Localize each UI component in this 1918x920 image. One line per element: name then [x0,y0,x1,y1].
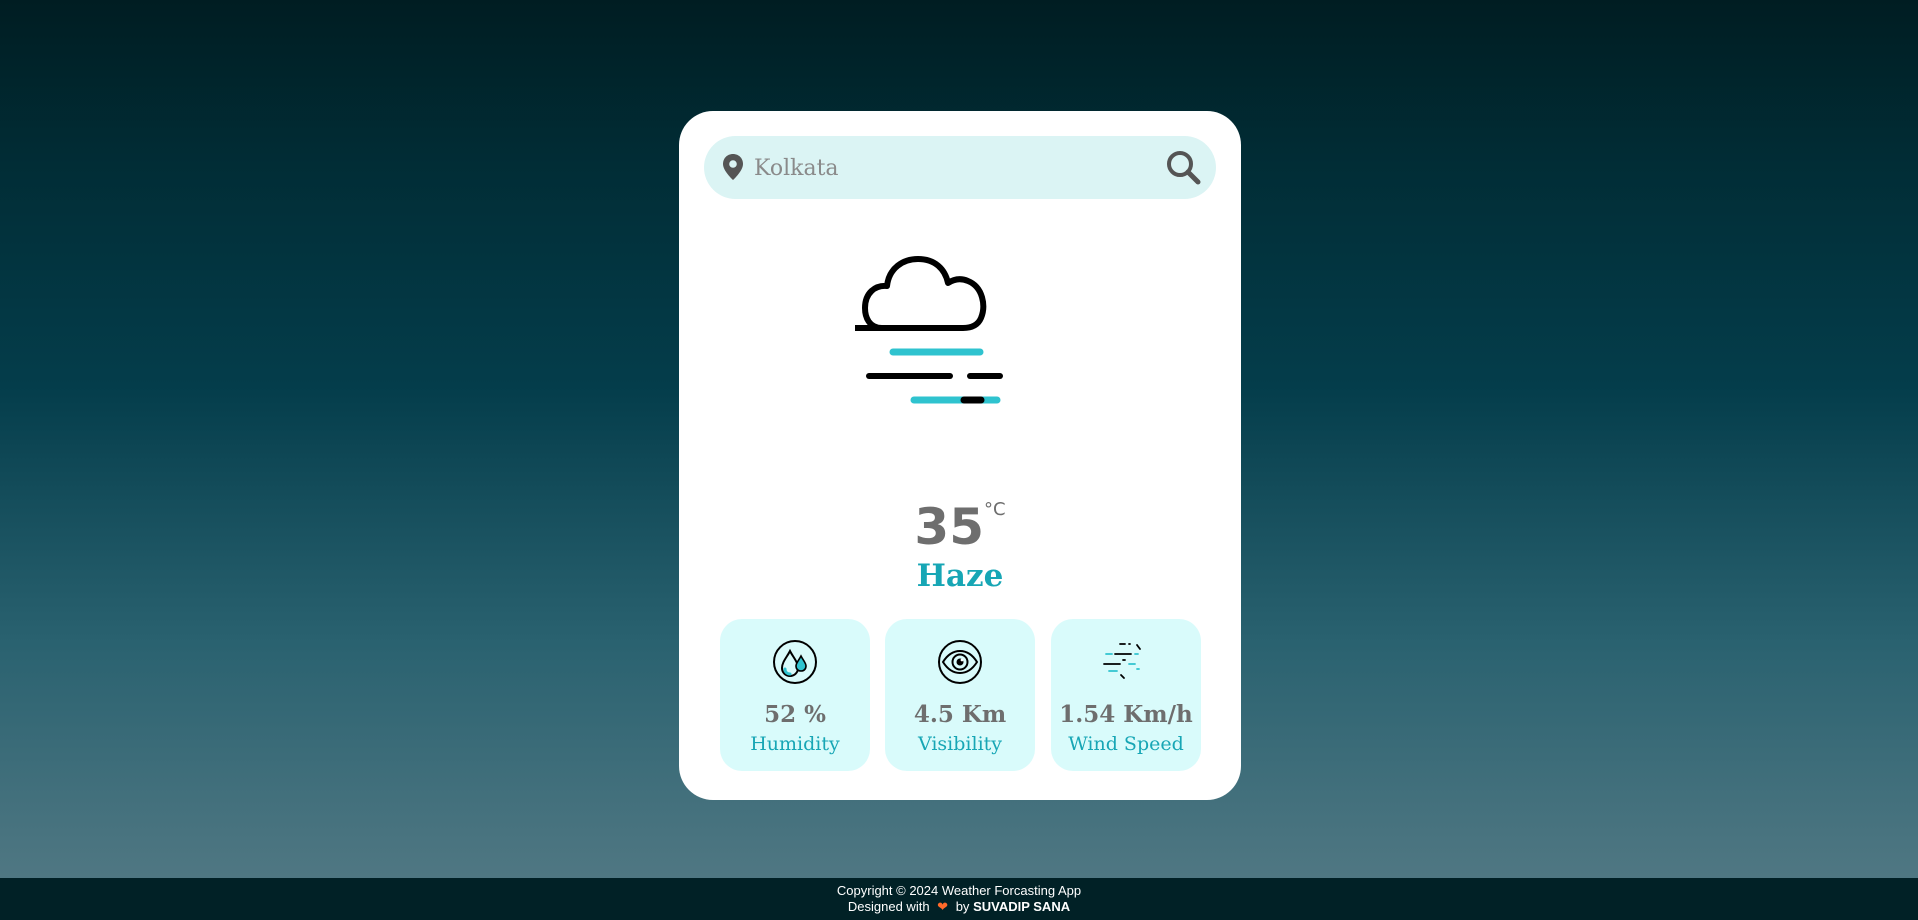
haze-icon [845,251,1075,461]
humidity-card: 52 % Humidity [720,619,870,771]
footer-credit: Designed with ❤ by SUVADIP SANA [0,899,1918,915]
search-bar [704,136,1216,199]
wind-speed-value: 1.54 Km/h [1059,701,1193,728]
heart-icon: ❤ [937,899,949,914]
footer-copyright: Copyright © 2024 Weather Forcasting App [836,883,1082,898]
humidity-icon [770,637,820,687]
search-button[interactable] [1164,148,1204,188]
search-icon [1167,151,1201,185]
wind-speed-label: Wind Speed [1068,733,1184,755]
humidity-value: 52 % [764,701,826,728]
city-search-input[interactable] [752,146,1156,190]
footer-designed-with: Designed with [847,899,930,914]
weather-condition: Haze [916,558,1004,594]
location-pin-icon [722,153,744,181]
footer: Copyright © 2024 Weather Forcasting App … [0,878,1918,920]
footer-by: by [955,899,970,914]
weather-card: 35°C Haze 52 % Humidity 4.5 Km Visibil [679,111,1241,800]
footer-author: SUVADIP SANA [973,899,1071,914]
temperature-unit: °C [984,499,1006,520]
visibility-label: Visibility [917,733,1003,755]
temperature-value: 35 [914,498,984,556]
wind-icon [1101,637,1151,687]
visibility-card: 4.5 Km Visibility [885,619,1035,771]
visibility-icon [935,637,985,687]
temperature-display: 35°C [679,497,1241,557]
visibility-value: 4.5 Km [913,701,1007,728]
humidity-label: Humidity [750,733,840,755]
wind-speed-card: 1.54 Km/h Wind Speed [1051,619,1201,771]
